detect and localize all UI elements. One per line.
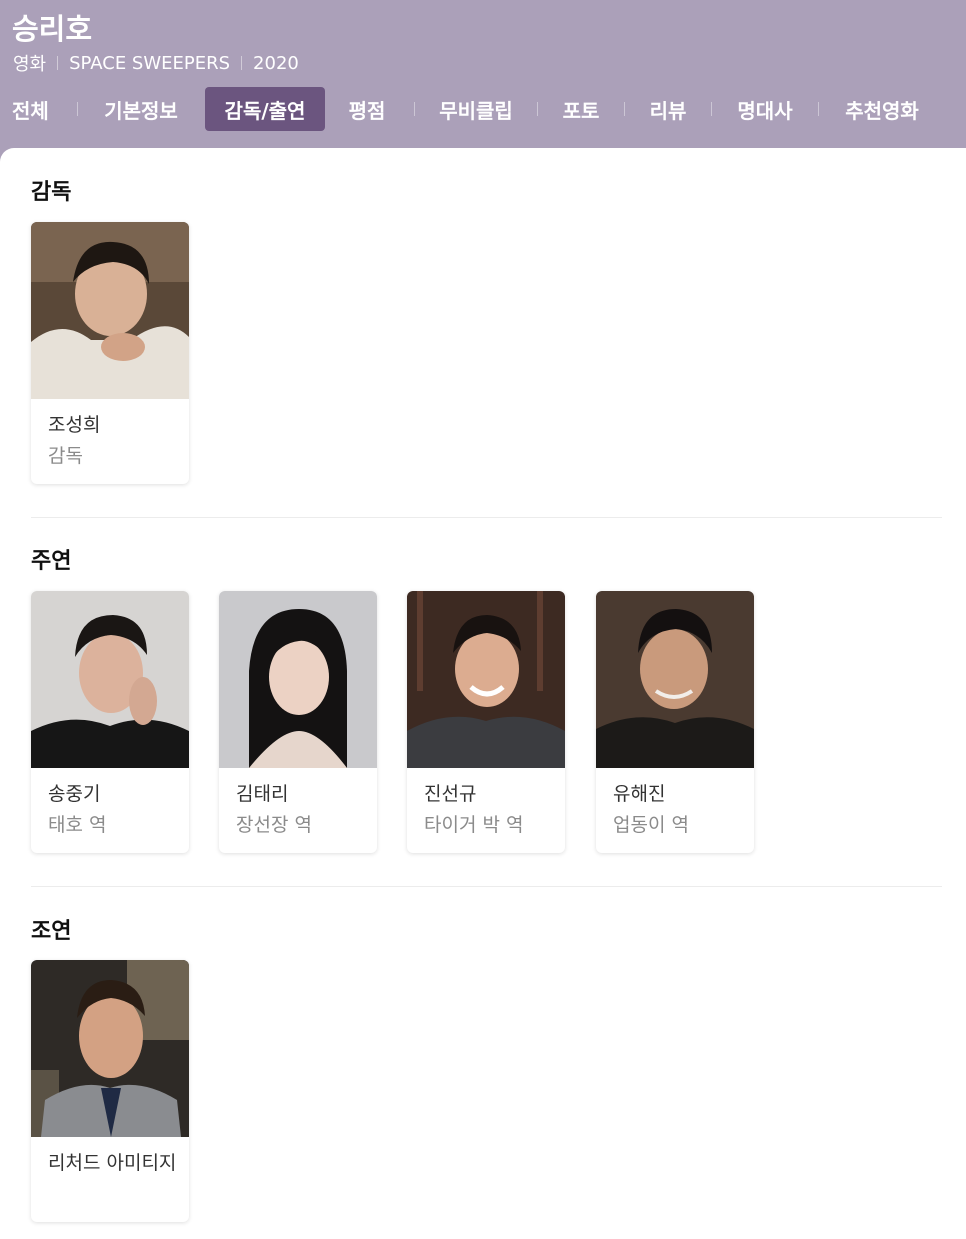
tab-divider (77, 102, 78, 116)
person-card[interactable]: 송중기 태호 역 (31, 591, 189, 853)
movie-title: 승리호 (12, 12, 93, 46)
person-name: 김태리 (236, 783, 289, 805)
person-role: 태호 역 (48, 814, 107, 836)
tab-recommended[interactable]: 추천영화 (827, 87, 937, 131)
supporting-section: 조연 (31, 913, 71, 945)
portrait-photo (31, 591, 189, 768)
section-title: 감독 (31, 180, 72, 205)
portrait-photo (407, 591, 565, 768)
person-card[interactable]: 진선규 타이거 박 역 (407, 591, 565, 853)
person-name: 송중기 (48, 783, 101, 805)
director-section: 감독 (31, 174, 71, 206)
meta-english-title: SPACE SWEEPERS (69, 52, 231, 74)
tab-movie-clip[interactable]: 무비클립 (423, 87, 529, 131)
movie-header: 승리호 영화 SPACE SWEEPERS 2020 전체 기본정보 감독/출연… (0, 0, 966, 148)
section-divider (31, 517, 942, 518)
portrait-photo (219, 591, 377, 768)
tab-divider (414, 102, 415, 116)
person-card[interactable]: 리처드 아미티지 (31, 960, 189, 1222)
portrait-photo (596, 591, 754, 768)
tab-bar: 전체 기본정보 감독/출연 평점 무비클립 포토 리뷰 명대사 추천영화 (0, 87, 966, 131)
tab-photo[interactable]: 포토 (546, 87, 616, 131)
portrait-photo (31, 222, 189, 399)
person-role: 장선장 역 (236, 814, 312, 836)
cast-content: 감독 조성희 감독 주연 송중기 태호 역 김태리 장선장 역 진선규 타이거 … (0, 148, 966, 1239)
tab-all[interactable]: 전체 (0, 87, 67, 131)
tab-divider (711, 102, 712, 116)
tab-basic-info[interactable]: 기본정보 (88, 87, 194, 131)
section-title: 조연 (31, 919, 72, 944)
person-card[interactable]: 조성희 감독 (31, 222, 189, 484)
person-role: 감독 (48, 445, 83, 467)
meta-divider (57, 56, 59, 70)
person-name: 유해진 (613, 783, 666, 805)
movie-meta: 영화 SPACE SWEEPERS 2020 (13, 50, 299, 76)
person-name: 조성희 (48, 414, 101, 436)
person-card[interactable]: 김태리 장선장 역 (219, 591, 377, 853)
person-card[interactable]: 유해진 업동이 역 (596, 591, 754, 853)
tab-divider (624, 102, 625, 116)
person-name: 리처드 아미티지 (48, 1152, 177, 1174)
meta-type: 영화 (13, 54, 47, 75)
meta-divider (241, 56, 243, 70)
tab-director-cast[interactable]: 감독/출연 (205, 87, 325, 131)
tab-divider (537, 102, 538, 116)
tab-rating[interactable]: 평점 (332, 87, 402, 131)
person-name: 진선규 (424, 783, 477, 805)
tab-divider (818, 102, 819, 116)
section-divider (31, 886, 942, 887)
person-role: 업동이 역 (613, 814, 689, 836)
portrait-photo (31, 960, 189, 1137)
tab-famous-lines[interactable]: 명대사 (720, 87, 810, 131)
meta-year: 2020 (253, 52, 299, 74)
tab-review[interactable]: 리뷰 (633, 87, 703, 131)
section-title: 주연 (31, 549, 72, 574)
lead-section: 주연 (31, 543, 71, 575)
person-role: 타이거 박 역 (424, 814, 524, 836)
